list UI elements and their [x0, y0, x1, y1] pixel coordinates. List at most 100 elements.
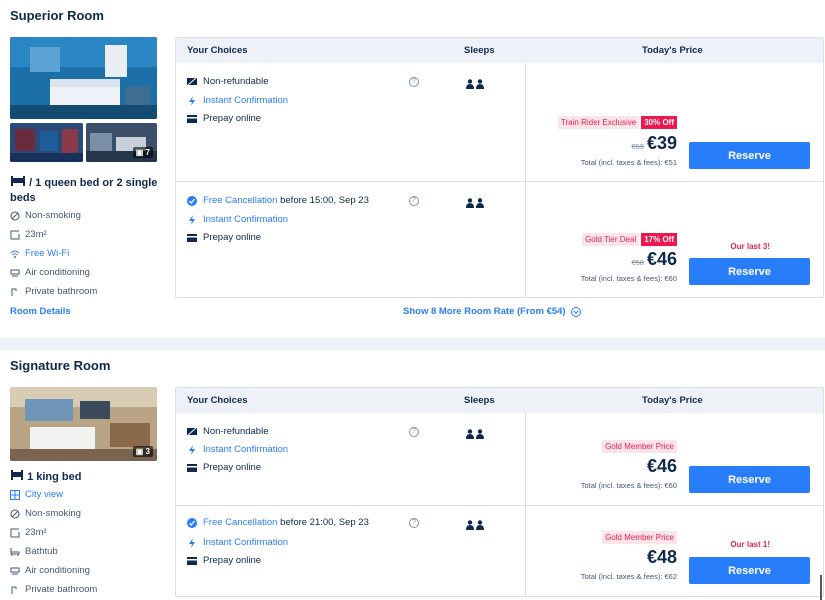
- show-more-rates-link[interactable]: Show 8 More Room Rate (From €54): [403, 306, 581, 317]
- wifi-icon: [10, 250, 20, 258]
- prepay-online: Prepay online: [187, 555, 261, 566]
- discount-tag: 30% Off: [641, 116, 677, 129]
- no-smoking-icon: [10, 211, 20, 220]
- promo-badge: Train Rider Exclusive 30% Off: [557, 116, 677, 129]
- info-icon[interactable]: ?: [409, 196, 419, 206]
- rate-row: Free Cancellation before 21:00, Sep 23 ?…: [176, 505, 823, 597]
- room-photo-thumb[interactable]: ▣ 7: [86, 123, 157, 162]
- amenity-bathtub: Bathtub: [10, 546, 58, 557]
- info-icon[interactable]: ?: [409, 518, 419, 528]
- room-details-link[interactable]: Room Details: [10, 306, 71, 317]
- lightning-icon: [189, 537, 195, 548]
- current-price: €48: [646, 547, 677, 567]
- col-header-price: Today's Price: [642, 45, 703, 56]
- bed-info: / 1 queen bed or 2 single beds: [10, 176, 158, 204]
- bathtub-icon: [10, 547, 20, 556]
- amenity-air-conditioning: Air conditioning: [10, 267, 90, 278]
- prepay-online: Prepay online: [187, 232, 261, 243]
- total-price: Total (incl. taxes & fees): €62: [580, 572, 677, 581]
- instant-confirmation: Instant Confirmation: [187, 537, 288, 548]
- reserve-button[interactable]: Reserve: [689, 258, 810, 285]
- instant-confirmation: Instant Confirmation: [187, 444, 288, 455]
- bed-info: 1 king bed: [10, 470, 160, 485]
- person-icon: [476, 79, 484, 89]
- person-icon: [476, 429, 484, 439]
- promo-badge: Gold Member Price: [602, 531, 677, 544]
- prepay-online: Prepay online: [187, 462, 261, 473]
- lightning-icon: [189, 214, 195, 225]
- rate-table-header: Your Choices Sleeps Today's Price: [176, 388, 823, 413]
- scrollbar[interactable]: [820, 575, 822, 600]
- policy-non-refundable: Non-refundable: [187, 76, 269, 87]
- amenity-view: City view: [10, 489, 63, 500]
- lightning-icon: [189, 95, 195, 106]
- room-photo-main[interactable]: [10, 37, 157, 119]
- shower-icon: [11, 288, 17, 296]
- amenity-non-smoking: Non-smoking: [10, 210, 81, 221]
- room-photo-thumb[interactable]: [10, 123, 83, 162]
- person-icon: [476, 520, 484, 530]
- city-view-icon: [10, 489, 20, 500]
- total-price: Total (incl. taxes & fees): €60: [580, 274, 677, 283]
- amenity-non-smoking: Non-smoking: [10, 508, 81, 519]
- check-circle-icon: [187, 195, 197, 206]
- rate-table: Your Choices Sleeps Today's Price Non-re…: [175, 387, 824, 597]
- discount-tag: 17% Off: [641, 233, 677, 246]
- info-icon[interactable]: ?: [409, 427, 419, 437]
- single-bed-icon: [10, 176, 29, 189]
- reserve-button[interactable]: Reserve: [689, 142, 810, 169]
- credit-card-icon: [187, 114, 197, 123]
- reserve-button[interactable]: Reserve: [689, 466, 810, 493]
- original-price: €58: [631, 258, 644, 267]
- credit-card-icon: [187, 556, 197, 565]
- air-conditioning-icon: [10, 269, 20, 276]
- sleeps-two-adults: [466, 198, 484, 208]
- sleeps-two-adults: [466, 520, 484, 530]
- sleeps-two-adults: [466, 429, 484, 439]
- price-block: €46: [647, 456, 677, 477]
- policy-free-cancellation: Free Cancellation before 15:00, Sep 23: [187, 195, 369, 206]
- availability-notice: Our last 1!: [730, 540, 770, 549]
- no-smoking-icon: [10, 509, 20, 518]
- amenity-air-conditioning: Air conditioning: [10, 565, 90, 576]
- room-size-icon: [10, 528, 20, 537]
- rate-row: Non-refundable ? Instant Confirmation Pr…: [176, 413, 823, 505]
- price-block: €48: [647, 547, 677, 568]
- rate-row: Non-refundable ? Instant Confirmation Pr…: [176, 63, 823, 181]
- price-block: €59 €39: [631, 133, 677, 154]
- shower-icon: [11, 586, 17, 594]
- air-conditioning-icon: [10, 567, 20, 574]
- credit-card-icon: [187, 463, 197, 472]
- instant-confirmation: Instant Confirmation: [187, 214, 288, 225]
- promo-badge: Gold Member Price: [602, 440, 677, 453]
- info-icon[interactable]: ?: [409, 77, 419, 87]
- person-icon: [466, 429, 474, 439]
- credit-card-icon: [187, 233, 197, 242]
- current-price: €46: [646, 456, 677, 476]
- non-refundable-icon: [187, 427, 197, 436]
- price-block: €58 €46: [631, 249, 677, 270]
- reserve-button[interactable]: Reserve: [689, 557, 810, 584]
- col-header-sleeps: Sleeps: [464, 45, 495, 56]
- king-bed-icon: [11, 470, 23, 480]
- room-card-signature: Signature Room ▣ 3 1 king bed City view …: [0, 350, 825, 600]
- person-icon: [466, 79, 474, 89]
- prepay-online: Prepay online: [187, 113, 261, 124]
- original-price: €59: [631, 142, 644, 151]
- chevron-down-icon: [570, 306, 581, 317]
- amenity-room-size: 23m²: [10, 527, 47, 538]
- person-icon: [466, 198, 474, 208]
- rate-row: Free Cancellation before 15:00, Sep 23 ?…: [176, 181, 823, 299]
- rate-table-header: Your Choices Sleeps Today's Price: [176, 38, 823, 63]
- section-separator: [0, 338, 825, 350]
- total-price: Total (incl. taxes & fees): €51: [580, 158, 677, 167]
- room-photo-main[interactable]: ▣ 3: [10, 387, 157, 461]
- amenity-room-size: 23m²: [10, 229, 47, 240]
- sleeps-two-adults: [466, 79, 484, 89]
- non-refundable-icon: [187, 77, 197, 86]
- col-header-choices: Your Choices: [187, 45, 248, 56]
- current-price: €39: [646, 133, 677, 153]
- amenity-private-bathroom: Private bathroom: [10, 584, 97, 595]
- person-icon: [476, 198, 484, 208]
- amenity-wifi: Free Wi-Fi: [10, 248, 69, 259]
